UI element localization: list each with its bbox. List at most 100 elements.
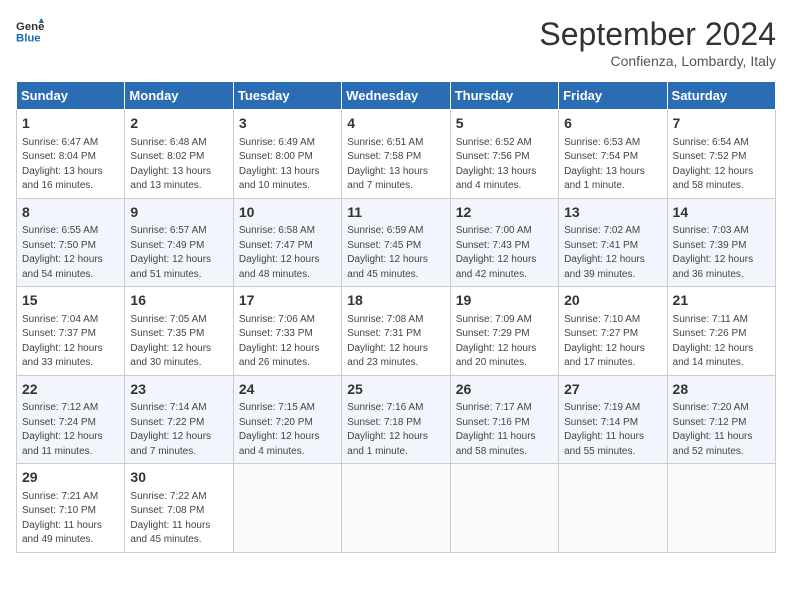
day-detail: Sunrise: 6:48 AM Sunset: 8:02 PM Dayligh… — [130, 136, 227, 194]
day-number: 24 — [239, 380, 336, 400]
day-detail: Sunrise: 6:59 AM Sunset: 7:45 PM Dayligh… — [347, 224, 444, 282]
day-detail: Sunrise: 7:17 AM Sunset: 7:16 PM Dayligh… — [456, 401, 553, 459]
calendar-day — [667, 464, 775, 553]
header-friday: Friday — [559, 82, 667, 110]
day-detail: Sunrise: 7:08 AM Sunset: 7:31 PM Dayligh… — [347, 313, 444, 371]
calendar-day: 10Sunrise: 6:58 AM Sunset: 7:47 PM Dayli… — [233, 198, 341, 287]
calendar-day: 5Sunrise: 6:52 AM Sunset: 7:56 PM Daylig… — [450, 110, 558, 199]
calendar-week-4: 22Sunrise: 7:12 AM Sunset: 7:24 PM Dayli… — [17, 375, 776, 464]
calendar-day: 14Sunrise: 7:03 AM Sunset: 7:39 PM Dayli… — [667, 198, 775, 287]
day-detail: Sunrise: 7:11 AM Sunset: 7:26 PM Dayligh… — [673, 313, 770, 371]
day-detail: Sunrise: 6:55 AM Sunset: 7:50 PM Dayligh… — [22, 224, 119, 282]
calendar-day: 28Sunrise: 7:20 AM Sunset: 7:12 PM Dayli… — [667, 375, 775, 464]
day-number: 26 — [456, 380, 553, 400]
day-detail: Sunrise: 7:02 AM Sunset: 7:41 PM Dayligh… — [564, 224, 661, 282]
day-number: 4 — [347, 114, 444, 134]
day-detail: Sunrise: 6:57 AM Sunset: 7:49 PM Dayligh… — [130, 224, 227, 282]
day-detail: Sunrise: 7:10 AM Sunset: 7:27 PM Dayligh… — [564, 313, 661, 371]
day-detail: Sunrise: 6:49 AM Sunset: 8:00 PM Dayligh… — [239, 136, 336, 194]
calendar-day — [559, 464, 667, 553]
day-number: 5 — [456, 114, 553, 134]
calendar-day: 7Sunrise: 6:54 AM Sunset: 7:52 PM Daylig… — [667, 110, 775, 199]
calendar-day: 1Sunrise: 6:47 AM Sunset: 8:04 PM Daylig… — [17, 110, 125, 199]
logo-icon: General Blue — [16, 16, 44, 44]
calendar-day: 12Sunrise: 7:00 AM Sunset: 7:43 PM Dayli… — [450, 198, 558, 287]
day-number: 7 — [673, 114, 770, 134]
day-number: 8 — [22, 203, 119, 223]
calendar-day: 22Sunrise: 7:12 AM Sunset: 7:24 PM Dayli… — [17, 375, 125, 464]
calendar-day: 18Sunrise: 7:08 AM Sunset: 7:31 PM Dayli… — [342, 287, 450, 376]
day-number: 6 — [564, 114, 661, 134]
day-detail: Sunrise: 7:12 AM Sunset: 7:24 PM Dayligh… — [22, 401, 119, 459]
day-number: 21 — [673, 291, 770, 311]
day-number: 18 — [347, 291, 444, 311]
calendar-day: 20Sunrise: 7:10 AM Sunset: 7:27 PM Dayli… — [559, 287, 667, 376]
calendar-day: 2Sunrise: 6:48 AM Sunset: 8:02 PM Daylig… — [125, 110, 233, 199]
calendar-day — [233, 464, 341, 553]
day-detail: Sunrise: 6:47 AM Sunset: 8:04 PM Dayligh… — [22, 136, 119, 194]
page-header: General Blue September 2024 Confienza, L… — [16, 16, 776, 69]
day-detail: Sunrise: 7:00 AM Sunset: 7:43 PM Dayligh… — [456, 224, 553, 282]
day-number: 9 — [130, 203, 227, 223]
day-detail: Sunrise: 7:22 AM Sunset: 7:08 PM Dayligh… — [130, 490, 227, 548]
day-detail: Sunrise: 6:58 AM Sunset: 7:47 PM Dayligh… — [239, 224, 336, 282]
calendar-day: 13Sunrise: 7:02 AM Sunset: 7:41 PM Dayli… — [559, 198, 667, 287]
calendar-day: 27Sunrise: 7:19 AM Sunset: 7:14 PM Dayli… — [559, 375, 667, 464]
day-number: 23 — [130, 380, 227, 400]
calendar-week-3: 15Sunrise: 7:04 AM Sunset: 7:37 PM Dayli… — [17, 287, 776, 376]
day-detail: Sunrise: 7:19 AM Sunset: 7:14 PM Dayligh… — [564, 401, 661, 459]
logo: General Blue — [16, 16, 44, 44]
day-detail: Sunrise: 7:14 AM Sunset: 7:22 PM Dayligh… — [130, 401, 227, 459]
calendar-day: 15Sunrise: 7:04 AM Sunset: 7:37 PM Dayli… — [17, 287, 125, 376]
day-detail: Sunrise: 7:21 AM Sunset: 7:10 PM Dayligh… — [22, 490, 119, 548]
calendar-day: 6Sunrise: 6:53 AM Sunset: 7:54 PM Daylig… — [559, 110, 667, 199]
calendar-title: September 2024 — [539, 16, 776, 53]
calendar-day: 8Sunrise: 6:55 AM Sunset: 7:50 PM Daylig… — [17, 198, 125, 287]
calendar-day: 23Sunrise: 7:14 AM Sunset: 7:22 PM Dayli… — [125, 375, 233, 464]
day-number: 27 — [564, 380, 661, 400]
day-number: 28 — [673, 380, 770, 400]
days-header-row: Sunday Monday Tuesday Wednesday Thursday… — [17, 82, 776, 110]
day-number: 11 — [347, 203, 444, 223]
day-number: 30 — [130, 468, 227, 488]
day-number: 3 — [239, 114, 336, 134]
day-number: 19 — [456, 291, 553, 311]
calendar-day: 30Sunrise: 7:22 AM Sunset: 7:08 PM Dayli… — [125, 464, 233, 553]
day-detail: Sunrise: 7:03 AM Sunset: 7:39 PM Dayligh… — [673, 224, 770, 282]
calendar-week-1: 1Sunrise: 6:47 AM Sunset: 8:04 PM Daylig… — [17, 110, 776, 199]
calendar-day: 26Sunrise: 7:17 AM Sunset: 7:16 PM Dayli… — [450, 375, 558, 464]
calendar-table: Sunday Monday Tuesday Wednesday Thursday… — [16, 81, 776, 553]
calendar-day — [342, 464, 450, 553]
calendar-day: 9Sunrise: 6:57 AM Sunset: 7:49 PM Daylig… — [125, 198, 233, 287]
day-number: 14 — [673, 203, 770, 223]
day-detail: Sunrise: 7:05 AM Sunset: 7:35 PM Dayligh… — [130, 313, 227, 371]
day-detail: Sunrise: 7:16 AM Sunset: 7:18 PM Dayligh… — [347, 401, 444, 459]
calendar-day: 17Sunrise: 7:06 AM Sunset: 7:33 PM Dayli… — [233, 287, 341, 376]
calendar-day: 19Sunrise: 7:09 AM Sunset: 7:29 PM Dayli… — [450, 287, 558, 376]
header-sunday: Sunday — [17, 82, 125, 110]
day-number: 17 — [239, 291, 336, 311]
day-detail: Sunrise: 6:52 AM Sunset: 7:56 PM Dayligh… — [456, 136, 553, 194]
header-monday: Monday — [125, 82, 233, 110]
svg-text:Blue: Blue — [16, 32, 41, 44]
day-number: 13 — [564, 203, 661, 223]
day-number: 22 — [22, 380, 119, 400]
calendar-subtitle: Confienza, Lombardy, Italy — [539, 53, 776, 69]
day-detail: Sunrise: 7:20 AM Sunset: 7:12 PM Dayligh… — [673, 401, 770, 459]
header-wednesday: Wednesday — [342, 82, 450, 110]
day-number: 25 — [347, 380, 444, 400]
calendar-day — [450, 464, 558, 553]
calendar-day: 3Sunrise: 6:49 AM Sunset: 8:00 PM Daylig… — [233, 110, 341, 199]
day-detail: Sunrise: 6:51 AM Sunset: 7:58 PM Dayligh… — [347, 136, 444, 194]
day-detail: Sunrise: 7:15 AM Sunset: 7:20 PM Dayligh… — [239, 401, 336, 459]
day-number: 2 — [130, 114, 227, 134]
calendar-day: 25Sunrise: 7:16 AM Sunset: 7:18 PM Dayli… — [342, 375, 450, 464]
calendar-day: 21Sunrise: 7:11 AM Sunset: 7:26 PM Dayli… — [667, 287, 775, 376]
day-detail: Sunrise: 6:54 AM Sunset: 7:52 PM Dayligh… — [673, 136, 770, 194]
day-number: 12 — [456, 203, 553, 223]
day-number: 1 — [22, 114, 119, 134]
calendar-day: 4Sunrise: 6:51 AM Sunset: 7:58 PM Daylig… — [342, 110, 450, 199]
calendar-week-2: 8Sunrise: 6:55 AM Sunset: 7:50 PM Daylig… — [17, 198, 776, 287]
calendar-day: 24Sunrise: 7:15 AM Sunset: 7:20 PM Dayli… — [233, 375, 341, 464]
day-number: 16 — [130, 291, 227, 311]
